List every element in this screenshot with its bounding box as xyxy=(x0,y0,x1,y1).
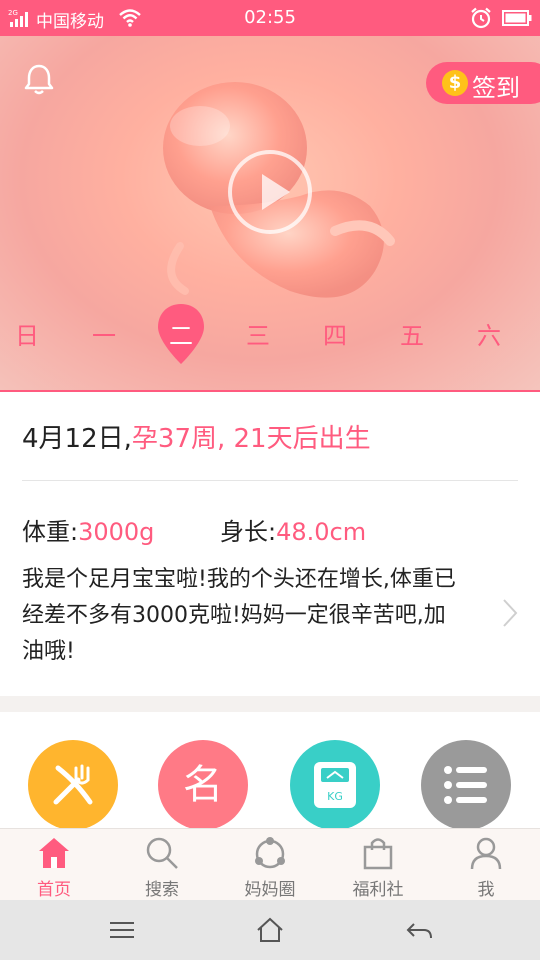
tab-community[interactable]: 妈妈圈 xyxy=(216,829,324,901)
weight-scale-tool-button[interactable]: KG xyxy=(290,740,380,830)
coin-icon: $ xyxy=(442,70,468,96)
baby-development-hero: $ 签到 日 一 二 三 四 五 六 xyxy=(0,36,540,392)
back-icon[interactable] xyxy=(404,916,434,944)
scale-icon: KG xyxy=(314,762,356,808)
tools-row: 名 KG xyxy=(0,712,540,832)
alarm-icon xyxy=(471,7,491,29)
length-value: 48.0cm xyxy=(276,518,367,546)
battery-icon xyxy=(502,10,532,26)
more-list-tool-button[interactable] xyxy=(421,740,511,830)
notification-bell-icon[interactable] xyxy=(22,62,56,96)
length-measure: 身长:48.0cm xyxy=(220,512,366,547)
person-icon xyxy=(470,837,502,870)
weight-value: 3000g xyxy=(78,518,155,546)
tab-label: 我 xyxy=(477,880,495,900)
tab-welfare[interactable]: 福利社 xyxy=(324,829,432,901)
chevron-right-icon[interactable] xyxy=(500,598,520,628)
tab-label: 搜索 xyxy=(145,880,179,900)
current-date: 4月12日, xyxy=(22,424,132,454)
tab-label: 首页 xyxy=(37,880,71,900)
checkin-label: 签到 xyxy=(472,74,520,102)
name-tool-char: 名 xyxy=(183,762,223,808)
weekday-wed[interactable]: 三 xyxy=(228,316,288,351)
tab-search[interactable]: 搜索 xyxy=(108,829,216,901)
diet-tool-button[interactable] xyxy=(28,740,118,830)
home-nav-icon[interactable] xyxy=(255,916,285,944)
weekday-tue[interactable]: 二 xyxy=(151,316,211,351)
tab-me[interactable]: 我 xyxy=(432,829,540,901)
tab-label: 福利社 xyxy=(352,880,404,900)
baby-name-tool-button[interactable]: 名 xyxy=(158,740,248,830)
status-bar: 2G 中国移动 02:55 xyxy=(0,0,540,36)
weight-label: 体重: xyxy=(22,518,79,546)
pregnancy-status: 孕37周, 21天后出生 xyxy=(131,424,371,454)
system-navigation-bar xyxy=(0,900,540,960)
checkin-button[interactable]: $ 签到 xyxy=(426,62,540,104)
weekday-thu[interactable]: 四 xyxy=(305,316,365,351)
clock-time: 02:55 xyxy=(244,7,296,28)
home-icon xyxy=(39,838,69,868)
weight-measure: 体重:3000g xyxy=(22,512,154,547)
play-video-icon[interactable] xyxy=(226,148,314,236)
menu-icon[interactable] xyxy=(107,916,137,944)
tab-home[interactable]: 首页 xyxy=(0,829,108,901)
baby-info-card[interactable]: 4月12日,孕37周, 21天后出生 体重:3000g 身长:48.0cm 我是… xyxy=(0,392,540,696)
svg-text:KG: KG xyxy=(327,790,343,803)
weekday-mon[interactable]: 一 xyxy=(74,316,134,351)
divider xyxy=(22,480,518,481)
shopping-bag-icon xyxy=(363,838,393,870)
weekday-sat[interactable]: 六 xyxy=(459,316,519,351)
weekday-sun[interactable]: 日 xyxy=(0,316,57,351)
weekday-fri[interactable]: 五 xyxy=(382,316,442,351)
fork-knife-icon xyxy=(53,764,93,805)
date-line: 4月12日,孕37周, 21天后出生 xyxy=(22,418,371,455)
tab-label: 妈妈圈 xyxy=(244,880,296,900)
search-icon xyxy=(146,837,178,869)
weekday-selector: 日 一 二 三 四 五 六 xyxy=(0,298,540,378)
list-icon xyxy=(444,766,487,804)
community-icon xyxy=(255,837,285,869)
length-label: 身长: xyxy=(220,518,277,546)
development-description: 我是个足月宝宝啦!我的个头还在增长,体重已经差不多有3000克啦!妈妈一定很辛苦… xyxy=(22,567,456,664)
bottom-tab-bar: 首页 搜索 妈妈圈 福利社 我 xyxy=(0,828,540,900)
